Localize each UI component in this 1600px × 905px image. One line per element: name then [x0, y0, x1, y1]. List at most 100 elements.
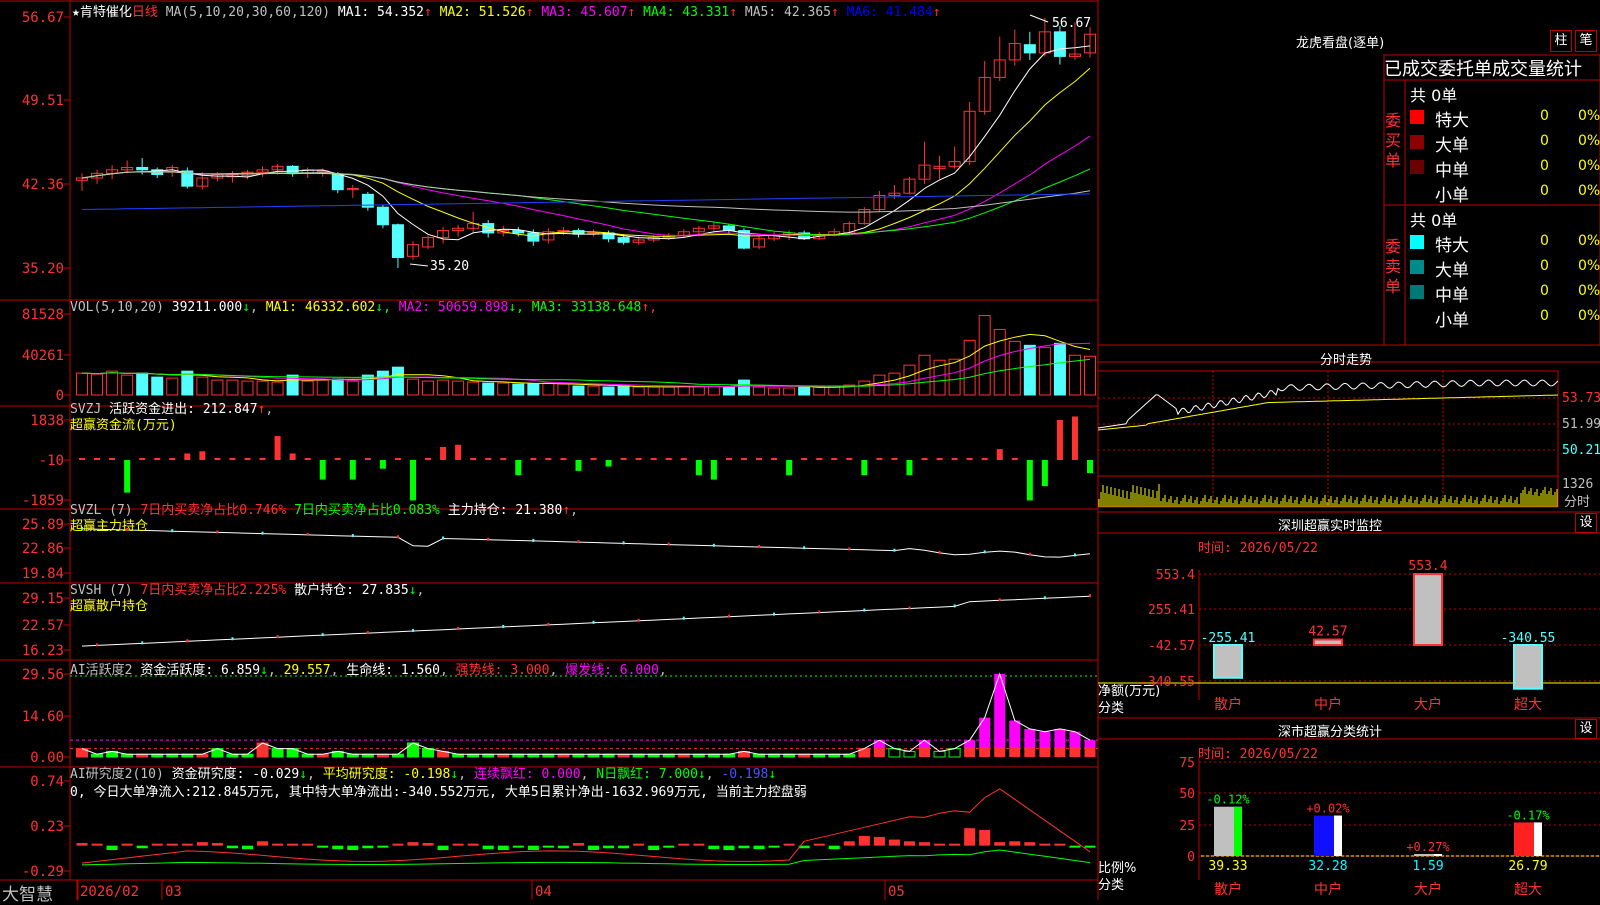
- svzl-marker: [667, 542, 670, 546]
- ai-active-bar: [406, 742, 419, 758]
- ai-research-bar: [618, 845, 630, 849]
- ai-active-bar: [422, 748, 435, 758]
- svzj-bar: [79, 458, 85, 460]
- volume-bar: [918, 354, 931, 396]
- monitor-axis-label: -42.57: [1148, 639, 1195, 654]
- ai-active-bar-base: [1084, 747, 1096, 757]
- ai-research-bar: [1009, 841, 1021, 846]
- ai-active-bar: [888, 748, 901, 758]
- volume-bar: [1038, 346, 1051, 396]
- candle-body: [1053, 31, 1066, 57]
- ai-research-bar: [497, 845, 509, 851]
- svzj-bar: [1011, 458, 1018, 460]
- ai-active-bar: [1054, 728, 1066, 747]
- ai-research-bar: [121, 843, 133, 846]
- svzl-marker: [216, 530, 219, 534]
- ai-research-bar: [542, 845, 554, 848]
- svzj-bar: [635, 458, 642, 460]
- volume-bar: [437, 379, 450, 396]
- volume-bar: [106, 370, 119, 396]
- svsh-marker: [863, 608, 866, 612]
- monitor-bar-label: -255.41: [1201, 631, 1256, 646]
- svzj-bar: [409, 460, 416, 501]
- volume-bar: [121, 374, 134, 396]
- svsh-marker: [953, 604, 956, 608]
- ai-research-axis-label: 0.74: [30, 774, 64, 790]
- classify-bar-accent: [1434, 854, 1442, 857]
- svsh-marker: [1089, 594, 1091, 598]
- svzj-bar: [1056, 420, 1063, 460]
- svzj-bar: [530, 458, 537, 460]
- vol-ma20-line: [81, 358, 1091, 387]
- ai-research-bar: [181, 843, 193, 846]
- ai-active-bar-base: [994, 747, 1006, 757]
- ai-research-bar: [241, 845, 253, 850]
- svzl-axis-label: 19.84: [22, 566, 64, 582]
- svzl-markers: [81, 526, 1076, 557]
- ai-research-bar: [512, 845, 524, 848]
- svzj-bar: [725, 458, 732, 460]
- volume-bar: [753, 386, 766, 396]
- ai-research-bar: [888, 839, 900, 846]
- svzj-bar: [124, 460, 131, 493]
- svzj-bar: [936, 458, 943, 460]
- svzj-bar: [801, 458, 808, 460]
- svzj-bar: [109, 458, 116, 460]
- monitor-category-label: 中户: [1314, 696, 1342, 713]
- intraday-axis-label: 53.73: [1562, 391, 1600, 406]
- classify-axis-label: 50: [1179, 787, 1195, 802]
- ma120-line: [81, 193, 1091, 210]
- svzl-marker: [442, 536, 445, 540]
- svzj-bar: [665, 458, 672, 460]
- volume-bar: [166, 377, 179, 396]
- ai-research-bar: [527, 845, 539, 851]
- volume-bar: [948, 358, 961, 396]
- ai-research-bar: [693, 843, 705, 846]
- ai-research-bar: [151, 843, 163, 846]
- price-low-label: 35.20: [430, 259, 469, 274]
- volume-bar: [903, 364, 916, 396]
- ai-research-bar: [392, 843, 404, 846]
- monitor-bar-label: 42.57: [1308, 625, 1347, 640]
- svsh-marker: [682, 616, 685, 620]
- svsh-marker: [96, 643, 99, 647]
- ai-research-bar: [723, 845, 735, 851]
- ai-research-bar: [753, 845, 765, 850]
- classify-value-label: 26.79: [1508, 859, 1547, 874]
- volume-bar: [858, 380, 871, 396]
- volume-bar: [783, 387, 796, 396]
- volume-bar: [452, 380, 465, 396]
- volume-bar: [241, 380, 254, 396]
- svzl-marker: [1028, 552, 1031, 556]
- ai-active-axis-label: 0.00: [30, 750, 64, 766]
- svzl-marker: [532, 538, 535, 542]
- volume-bar: [482, 382, 495, 396]
- ai-research-bar: [257, 841, 269, 846]
- volume-bar: [196, 376, 209, 396]
- volume-bar: [256, 380, 269, 396]
- price-high-label: 56.67: [1052, 16, 1091, 31]
- svzj-bar: [981, 458, 988, 460]
- svzj-bar: [229, 458, 236, 460]
- volume-bar: [813, 386, 826, 396]
- ai-research-bar: [903, 841, 915, 846]
- svsh-marker: [727, 614, 730, 618]
- ai-research-bars: [76, 828, 1096, 851]
- svzj-bars: [79, 416, 1093, 501]
- svzj-bar: [620, 458, 627, 460]
- chart-canvas[interactable]: 56.67 49.51 42.36 35.20 81528 40261 0 1838 -10 -1…: [0, 0, 1600, 900]
- monitor-axis-label: 255.41: [1148, 603, 1195, 618]
- date-label: 03: [165, 884, 182, 900]
- svzj-bar: [289, 453, 296, 460]
- svzj-bar: [455, 444, 462, 460]
- svzj-bar: [816, 458, 823, 460]
- svsh-marker: [276, 635, 279, 639]
- volume-bar: [316, 379, 329, 396]
- svsh-marker: [231, 637, 234, 641]
- monitor-bar: [1313, 638, 1343, 647]
- ai-research-bar: [1024, 842, 1036, 846]
- ma5-line: [81, 45, 1091, 241]
- ai-research-green-line: [81, 849, 1091, 866]
- svzl-marker: [487, 537, 490, 541]
- svzj-bar: [364, 458, 371, 460]
